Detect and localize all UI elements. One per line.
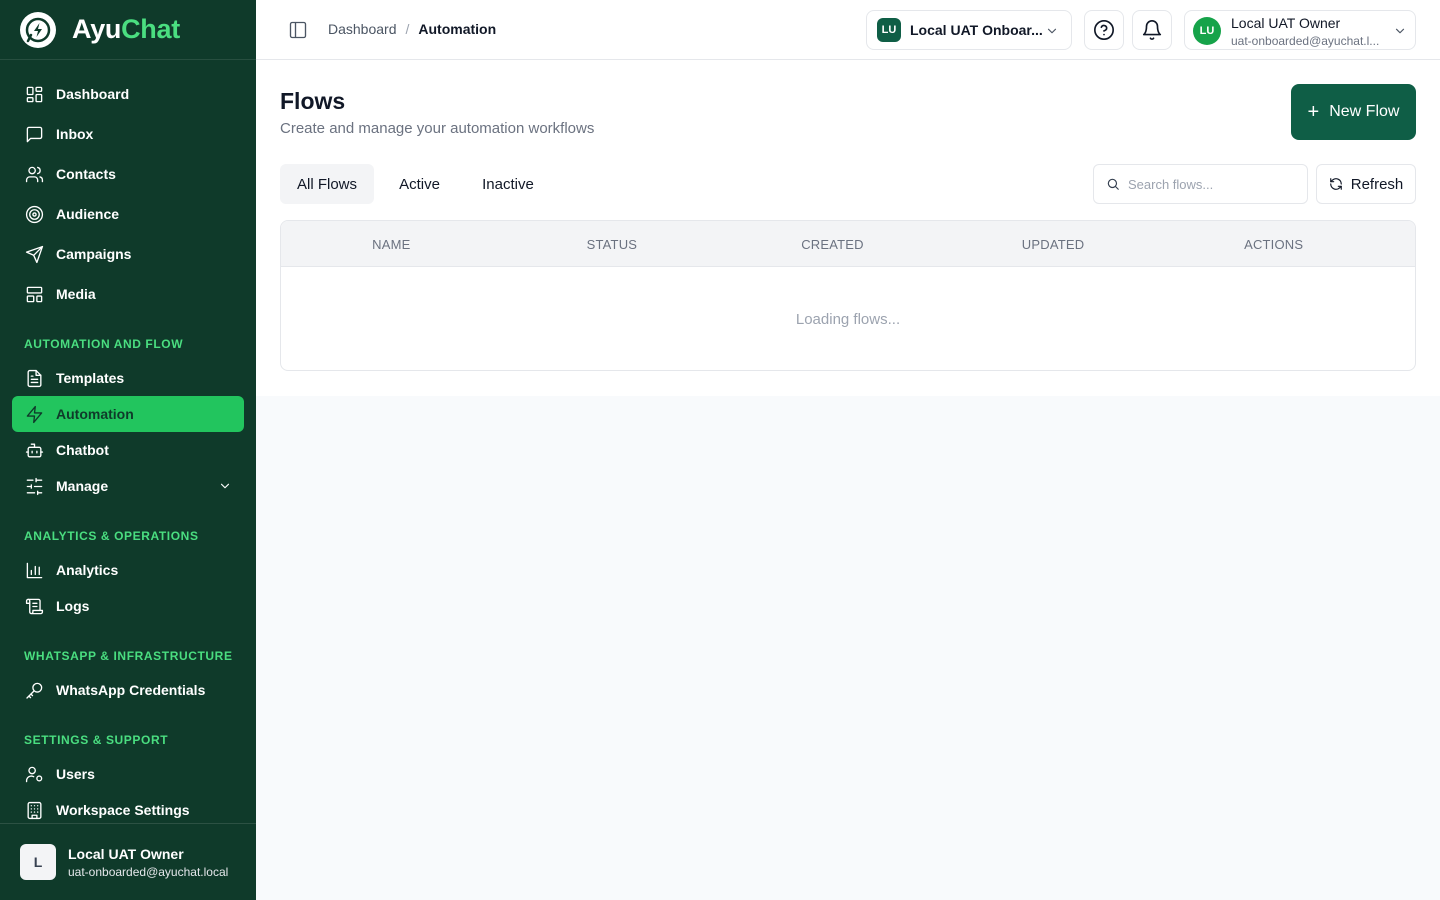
sidebar-item-automation[interactable]: Automation: [12, 396, 244, 432]
zap-icon: [24, 404, 44, 424]
dashboard-icon: [24, 84, 44, 104]
sidebar-item-label: Media: [56, 286, 96, 302]
sidebar-item-templates[interactable]: Templates: [12, 360, 244, 396]
workspace-selector[interactable]: LU Local UAT Onboar...: [866, 10, 1072, 50]
sidebar-item-campaigns[interactable]: Campaigns: [12, 236, 244, 272]
sidebar-item-label: Logs: [56, 598, 90, 614]
refresh-icon: [1329, 178, 1342, 190]
user-email: uat-onboarded@ayuchat.local: [68, 864, 229, 879]
page-subtitle: Create and manage your automation workfl…: [280, 120, 595, 137]
breadcrumb-dashboard[interactable]: Dashboard: [328, 21, 397, 37]
user-name: Local UAT Owner: [68, 845, 184, 862]
help-button[interactable]: [1084, 10, 1124, 50]
media-icon: [24, 284, 44, 304]
sidebar-item-logs[interactable]: Logs: [12, 588, 244, 624]
sidebar-item-label: Campaigns: [56, 246, 132, 262]
search-input[interactable]: [1128, 176, 1298, 192]
search-box: [1093, 164, 1308, 204]
refresh-label: Refresh: [1350, 175, 1404, 193]
column-header-updated[interactable]: UPDATED: [943, 221, 1164, 267]
section-label-whatsapp: WHATSAPP & INFRASTRUCTURE: [24, 649, 233, 663]
ayuchat-logo-icon: [20, 11, 56, 48]
sidebar-item-label: Users: [56, 766, 95, 782]
sidebar-item-label: Inbox: [56, 126, 94, 142]
sidebar-item-whatsapp-credentials[interactable]: WhatsApp Credentials: [12, 672, 244, 708]
table-header: NAME STATUS CREATED UPDATED ACTIONS: [281, 221, 1415, 267]
section-label-analytics: ANALYTICS & OPERATIONS: [24, 529, 199, 543]
sidebar-item-manage[interactable]: Manage: [12, 468, 244, 504]
sidebar-item-label: WhatsApp Credentials: [56, 682, 206, 698]
flows-table: NAME STATUS CREATED UPDATED ACTIONS Load…: [280, 220, 1416, 371]
sidebar-user-profile[interactable]: L Local UAT Owner uat-onboarded@ayuchat.…: [0, 823, 256, 900]
top-header: Dashboard / Automation LU Local UAT Onbo…: [256, 0, 1440, 60]
sidebar-item-dashboard[interactable]: Dashboard: [12, 76, 244, 112]
workspace-badge: LU: [877, 18, 901, 42]
avatar: L: [20, 844, 56, 880]
file-text-icon: [24, 368, 44, 388]
new-flow-button[interactable]: + New Flow: [1291, 84, 1416, 140]
sidebar-item-label: Manage: [56, 478, 109, 494]
sidebar-item-chatbot[interactable]: Chatbot: [12, 432, 244, 468]
search-icon: [1107, 178, 1119, 190]
avatar: LU: [1193, 17, 1221, 45]
sidebar: AyuChat Dashboard Inbox Contacts Audienc…: [0, 0, 256, 900]
sidebar-item-audience[interactable]: Audience: [12, 196, 244, 232]
plus-icon: +: [1307, 101, 1320, 123]
column-header-actions: ACTIONS: [1244, 236, 1304, 252]
section-label-settings: SETTINGS & SUPPORT: [24, 733, 169, 747]
new-flow-label: New Flow: [1329, 103, 1400, 120]
sliders-icon: [24, 476, 44, 496]
brand-name: AyuChat: [72, 14, 180, 44]
user-email: uat-onboarded@ayuchat.l...: [1231, 34, 1380, 48]
notifications-button[interactable]: [1132, 10, 1172, 50]
tab-active[interactable]: Active: [383, 164, 456, 204]
building-icon: [24, 800, 44, 820]
sidebar-item-label: Analytics: [56, 562, 119, 578]
sidebar-item-label: Contacts: [56, 166, 116, 182]
sidebar-item-users[interactable]: Users: [12, 756, 244, 792]
key-icon: [24, 680, 44, 700]
sidebar-toggle-icon[interactable]: [288, 20, 308, 40]
tab-all-flows[interactable]: All Flows: [280, 164, 374, 204]
column-header-status[interactable]: STATUS: [502, 221, 723, 267]
user-cog-icon: [24, 764, 44, 784]
send-icon: [24, 244, 44, 264]
column-header-created[interactable]: CREATED: [722, 221, 943, 267]
brand[interactable]: AyuChat: [0, 0, 256, 60]
bar-chart-icon: [24, 560, 44, 580]
sidebar-item-label: Automation: [56, 406, 134, 422]
sidebar-item-label: Dashboard: [56, 86, 130, 102]
sidebar-item-label: Templates: [56, 370, 125, 386]
chevron-down-icon: [1393, 24, 1407, 43]
section-label-automation: AUTOMATION AND FLOW: [24, 337, 184, 351]
help-circle-icon: [1094, 20, 1114, 40]
user-name: Local UAT Owner: [1231, 15, 1341, 31]
breadcrumb-current: Automation: [418, 21, 497, 37]
sidebar-item-analytics[interactable]: Analytics: [12, 552, 244, 588]
refresh-button[interactable]: Refresh: [1316, 164, 1416, 204]
breadcrumb: Dashboard / Automation: [328, 21, 496, 37]
sidebar-item-inbox[interactable]: Inbox: [12, 116, 244, 152]
sidebar-item-label: Workspace Settings: [56, 802, 190, 818]
sidebar-item-label: Audience: [56, 206, 120, 222]
breadcrumb-separator: /: [405, 21, 410, 37]
bot-icon: [24, 440, 44, 460]
chevron-down-icon: [1045, 24, 1059, 43]
sidebar-item-label: Chatbot: [56, 442, 109, 458]
user-menu[interactable]: LU Local UAT Owner uat-onboarded@ayuchat…: [1184, 10, 1416, 50]
page-title: Flows: [280, 88, 346, 114]
loading-message: Loading flows...: [795, 310, 901, 328]
contacts-icon: [24, 164, 44, 184]
main-content: Flows Create and manage your automation …: [256, 60, 1440, 396]
sidebar-item-media[interactable]: Media: [12, 276, 244, 312]
sidebar-item-contacts[interactable]: Contacts: [12, 156, 244, 192]
chevron-down-icon: [218, 479, 232, 493]
target-icon: [24, 204, 44, 224]
column-header-name[interactable]: NAME: [281, 221, 502, 267]
tab-inactive[interactable]: Inactive: [465, 164, 551, 204]
scroll-icon: [24, 596, 44, 616]
workspace-name: Local UAT Onboar...: [910, 22, 1043, 38]
bell-icon: [1142, 20, 1162, 41]
inbox-icon: [24, 124, 44, 144]
